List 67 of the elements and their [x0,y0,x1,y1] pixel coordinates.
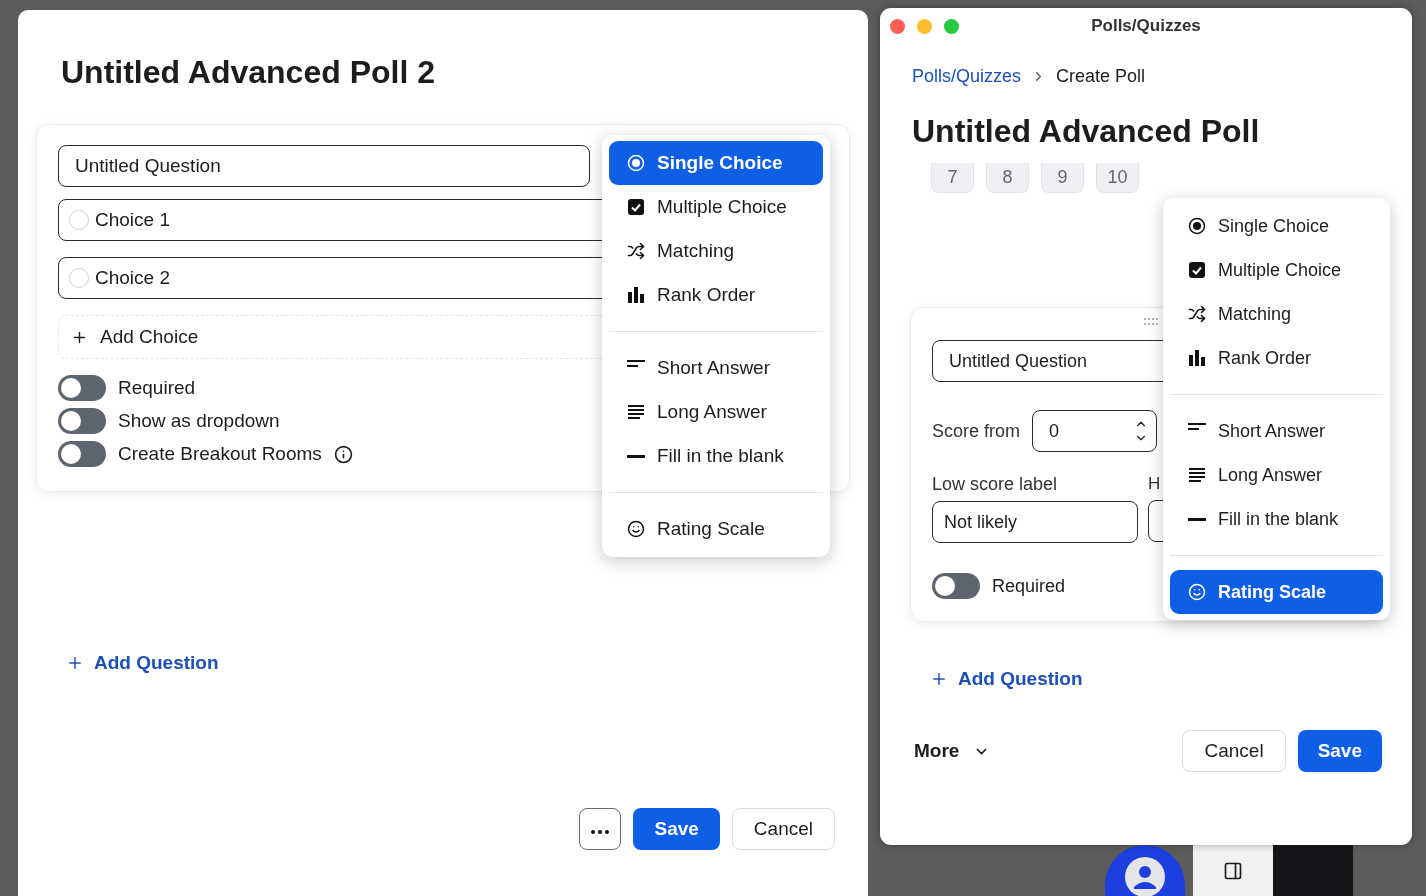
short-lines-icon [1188,423,1206,431]
avatar-button[interactable] [1105,845,1185,896]
score-from-label: Score from [932,420,1021,442]
menu-item[interactable]: Rating Scale [609,507,823,551]
toggle-switch[interactable] [58,375,106,401]
field-label: H [1148,474,1161,494]
plus-icon [930,670,948,688]
more-dropdown[interactable]: More [914,740,991,762]
menu-item[interactable]: Long Answer [609,390,823,434]
side-panel-icon[interactable] [1223,860,1243,881]
window-title: Polls/Quizzes [1091,16,1201,36]
menu-item[interactable]: Matching [1170,292,1383,336]
plus-icon [66,654,84,672]
save-button[interactable]: Save [633,808,720,850]
question-field[interactable]: Untitled Question [58,145,590,187]
breadcrumb-link[interactable]: Polls/Quizzes [912,66,1022,87]
add-question-link[interactable]: Add Question [930,668,1083,690]
menu-item[interactable]: Multiple Choice [1170,248,1383,292]
toggle-switch[interactable] [932,573,980,599]
menu-item[interactable]: Fill in the blank [609,434,823,478]
field-label: Low score label [932,474,1059,495]
add-question-link[interactable]: Add Question [66,652,219,674]
paragraph-lines-icon [627,403,645,421]
toggle-label: Required [118,377,196,399]
radio-icon [627,154,645,172]
scale-number-button[interactable]: 8 [986,163,1029,193]
menu-item[interactable]: Single Choice [1170,204,1383,248]
toggle-label: Show as dropdown [118,410,280,432]
scale-number-button[interactable]: 10 [1096,163,1139,193]
shuffle-icon [627,242,645,260]
toggle-label: Create Breakout Rooms [118,443,322,465]
breadcrumb-current: Create Poll [1056,66,1146,87]
low-score-field[interactable]: Not likely [932,501,1138,543]
person-icon [1125,857,1165,896]
scale-number-button[interactable]: 7 [931,163,974,193]
radio-icon [1188,217,1206,235]
info-icon[interactable] [333,444,353,464]
close-window-icon[interactable] [890,18,905,34]
paragraph-lines-icon [1188,466,1206,484]
shuffle-icon [1188,305,1206,323]
poll-title: Untitled Advanced Poll 2 [61,53,436,92]
poll-title: Untitled Advanced Poll [912,112,1261,151]
menu-item[interactable]: Short Answer [1170,409,1383,453]
save-button[interactable]: Save [1297,730,1382,772]
scale-number-button[interactable]: 9 [1041,163,1084,193]
number-field[interactable]: 0 [1032,410,1158,452]
bar-chart-icon [627,286,645,304]
checkbox-icon [627,198,645,216]
bar-chart-icon [1188,349,1206,367]
short-lines-icon [627,360,645,368]
drag-handle-icon[interactable] [1144,318,1158,326]
more-options-button[interactable] [579,808,622,850]
ellipsis-icon [590,829,611,835]
dash-icon [1188,517,1206,521]
cancel-button[interactable]: Cancel [731,808,835,850]
smiley-icon [1188,583,1206,601]
toggle-label: Required [992,575,1066,597]
smiley-icon [627,520,645,538]
menu-item[interactable]: Fill in the blank [1170,497,1383,541]
checkbox-icon [1188,261,1206,279]
toggle-switch[interactable] [58,441,106,467]
dash-icon [627,454,645,458]
menu-item[interactable]: Rating Scale [1170,570,1383,614]
menu-item[interactable]: Single Choice [609,141,823,185]
toggle-switch[interactable] [58,408,106,434]
cancel-button[interactable]: Cancel [1182,730,1286,772]
menu-item[interactable]: Long Answer [1170,453,1383,497]
